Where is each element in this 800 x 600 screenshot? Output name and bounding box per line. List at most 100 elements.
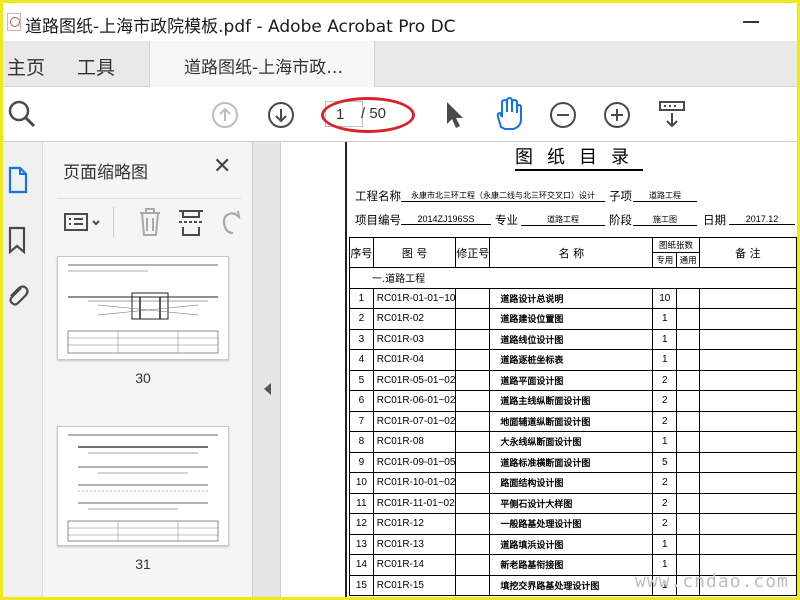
row-count: 2 (652, 492, 678, 514)
app-window: 道路图纸-上海市政院模板.pdf - Adobe Acrobat Pro DC … (0, 0, 800, 600)
row-no: 10 (349, 472, 374, 494)
row-name: 道路建设位置图 (489, 308, 654, 330)
tab-bar: 主页 工具 道路图纸-上海市政… (3, 41, 797, 87)
row-remarks (698, 410, 797, 432)
row-name: 新老路基衔接图 (489, 554, 654, 576)
row-remarks (698, 431, 797, 453)
row-code: RC01R-10-01~02 (372, 472, 457, 494)
row-revision (455, 390, 491, 412)
tab-tools[interactable]: 工具 (77, 53, 115, 80)
bookmark-icon[interactable] (7, 226, 27, 254)
row-revision (455, 287, 491, 309)
date-value: 2017.12 (729, 214, 795, 225)
row-revision (455, 472, 491, 494)
rotate-page-icon[interactable] (219, 207, 241, 237)
header-sheet-count: 图纸张数 (652, 237, 700, 253)
table-row: 6 RC01R-06-01~02 道路主线纵断面设计图 2 (349, 390, 797, 412)
table-row: 8 RC01R-08 大永线纵断面设计图 1 (349, 431, 797, 453)
tab-home[interactable]: 主页 (7, 53, 45, 80)
project-no-value: 2014ZJ196SS (401, 214, 491, 225)
select-cursor-icon[interactable] (443, 100, 465, 130)
panel-title: 页面缩略图 (63, 163, 148, 183)
annotation-highlight-ellipse (321, 97, 415, 133)
row-revision (455, 369, 491, 391)
row-general (676, 308, 700, 330)
table-row: 10 RC01R-10-01~02 路面结构设计图 2 (349, 472, 797, 494)
row-remarks (698, 287, 797, 309)
next-page-icon[interactable] (267, 101, 295, 129)
toolbar-divider (113, 207, 114, 237)
row-revision (455, 533, 491, 555)
project-name-value: 永康市北三环工程（永康二线与北三环交叉口）设计 (401, 190, 605, 202)
row-no: 5 (349, 369, 374, 391)
thumbnail-page-label: 31 (135, 556, 151, 572)
previous-page-icon[interactable] (211, 101, 239, 129)
project-no-label: 项目编号 (355, 213, 401, 227)
row-general (676, 451, 700, 473)
thumbnail-options-icon[interactable] (63, 211, 107, 235)
zoom-out-icon[interactable] (549, 101, 577, 129)
page-thumbnail[interactable] (57, 256, 229, 360)
row-no: 11 (349, 492, 374, 514)
close-panel-icon[interactable]: ✕ (213, 154, 231, 179)
thumbnails-panel: 页面缩略图 ✕ 30 31 (43, 142, 291, 597)
row-general (676, 533, 700, 555)
hand-tool-icon[interactable] (493, 97, 523, 131)
row-remarks (698, 369, 797, 391)
collapse-panel-icon[interactable] (262, 382, 272, 396)
row-revision (455, 349, 491, 371)
row-count: 1 (652, 349, 678, 371)
row-remarks (698, 472, 797, 494)
row-code: RC01R-08 (372, 431, 457, 453)
header-revision: 修正号 (455, 237, 491, 268)
row-general (676, 328, 700, 350)
row-count: 1 (652, 328, 678, 350)
insert-page-icon[interactable] (177, 207, 205, 237)
search-zoom-icon[interactable] (7, 99, 37, 129)
row-name: 大永线纵断面设计图 (489, 431, 654, 453)
row-no: 7 (349, 410, 374, 432)
row-no: 1 (349, 287, 374, 309)
header-dedicated: 专用 (652, 252, 678, 268)
row-general (676, 287, 700, 309)
row-code: RC01R-04 (372, 349, 457, 371)
date-label: 日期 (703, 213, 726, 227)
row-no: 15 (349, 574, 374, 596)
row-general (676, 472, 700, 494)
row-no: 14 (349, 554, 374, 576)
row-name: 道路标准横断面设计图 (489, 451, 654, 473)
minimize-icon[interactable] (743, 21, 759, 23)
row-revision (455, 492, 491, 514)
panel-collapse-strip[interactable] (253, 142, 281, 597)
attachment-icon[interactable] (5, 282, 29, 310)
table-row: 5 RC01R-05-01~02 道路平面设计图 2 (349, 369, 797, 391)
panel-toolbar (57, 198, 241, 246)
table-row: 9 RC01R-09-01~05 道路标准横断面设计图 5 (349, 451, 797, 473)
row-remarks (698, 308, 797, 330)
window-title: 道路图纸-上海市政院模板.pdf - Adobe Acrobat Pro DC (25, 17, 456, 37)
document-view[interactable]: 图纸目录 工程名称 永康市北三环工程（永康二线与北三环交叉口）设计 子项 道路工… (281, 142, 797, 597)
row-count: 2 (652, 390, 678, 412)
row-code: RC01R-09-01~05 (372, 451, 457, 473)
page-thumbnails-icon[interactable] (7, 166, 29, 194)
row-count: 1 (652, 533, 678, 555)
tab-document[interactable]: 道路图纸-上海市政… (149, 41, 375, 87)
page-thumbnail[interactable] (57, 426, 229, 546)
row-general (676, 431, 700, 453)
page-display-icon[interactable] (657, 99, 687, 131)
drawing-preview (67, 434, 219, 542)
title-bar: 道路图纸-上海市政院模板.pdf - Adobe Acrobat Pro DC (3, 3, 797, 41)
row-code: RC01R-03 (372, 328, 457, 350)
row-no: 2 (349, 308, 374, 330)
delete-page-icon[interactable] (137, 207, 163, 237)
row-revision (455, 451, 491, 473)
row-code: RC01R-15 (372, 574, 457, 596)
site-watermark: www.cndao.com (635, 571, 789, 592)
section-row: 一.道路工程 (349, 267, 797, 289)
zoom-in-icon[interactable] (603, 101, 631, 129)
specialty-label: 专业 (495, 213, 518, 227)
row-no: 6 (349, 390, 374, 412)
row-name: 地面辅道纵断面设计图 (489, 410, 654, 432)
row-code: RC01R-05-01~02 (372, 369, 457, 391)
row-count: 1 (652, 431, 678, 453)
